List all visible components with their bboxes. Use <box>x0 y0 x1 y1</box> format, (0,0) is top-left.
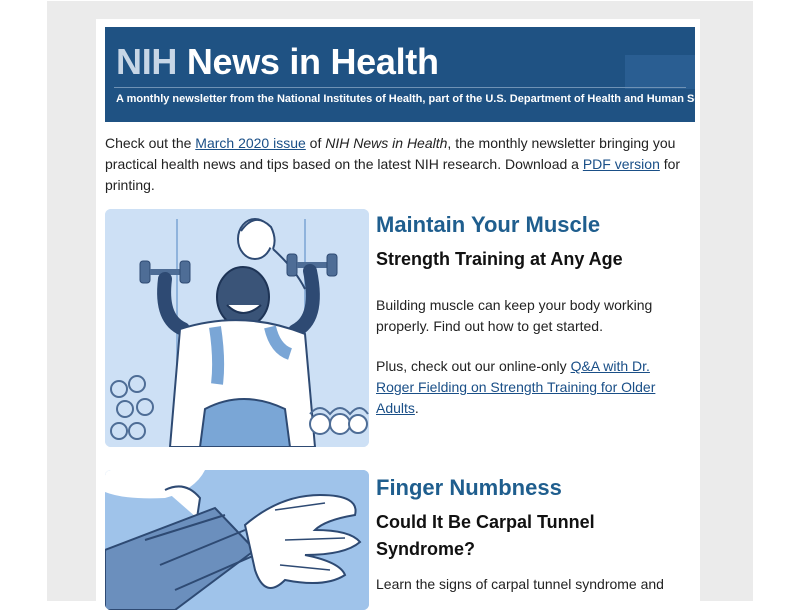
article-summary: Building muscle can keep your body worki… <box>376 297 653 334</box>
extra-text: Plus, check out our online-only <box>376 358 571 374</box>
intro-text: of <box>305 135 326 151</box>
article-title[interactable]: Finger Numbness <box>376 474 676 502</box>
article-subtitle: Strength Training at Any Age <box>376 249 623 269</box>
newsletter-header-banner[interactable]: NIH News in Health A monthly newsletter … <box>105 27 695 122</box>
article-subtitle: Could It Be Carpal Tunnel Syndrome? <box>376 512 595 559</box>
banner-tagline: A monthly newsletter from the National I… <box>116 93 695 105</box>
logo-nih: NIH <box>116 41 178 82</box>
intro-text: Check out the <box>105 135 196 151</box>
extra-text: . <box>414 400 419 416</box>
article-summary: Learn the signs of carpal tunnel syndrom… <box>376 576 664 592</box>
logo-title: News in Health <box>186 41 439 82</box>
issue-link[interactable]: March 2020 issue <box>195 135 306 151</box>
newsletter-logo: NIH News in Health <box>116 42 439 82</box>
article-extra: Plus, check out our online-only Q&A with… <box>376 356 676 419</box>
pdf-link[interactable]: PDF version <box>583 156 660 172</box>
carpal-tunnel-illustration[interactable] <box>105 470 369 610</box>
article-maintain-muscle: Maintain Your Muscle Strength Training a… <box>376 211 676 419</box>
banner-accent <box>625 55 695 89</box>
banner-divider <box>114 87 686 88</box>
strength-training-illustration[interactable] <box>105 209 369 447</box>
publication-name: NIH News in Health <box>325 135 448 151</box>
article-title[interactable]: Maintain Your Muscle <box>376 211 676 239</box>
article-finger-numbness: Finger Numbness Could It Be Carpal Tunne… <box>376 474 676 595</box>
intro-paragraph: Check out the March 2020 issue of NIH Ne… <box>105 133 697 196</box>
